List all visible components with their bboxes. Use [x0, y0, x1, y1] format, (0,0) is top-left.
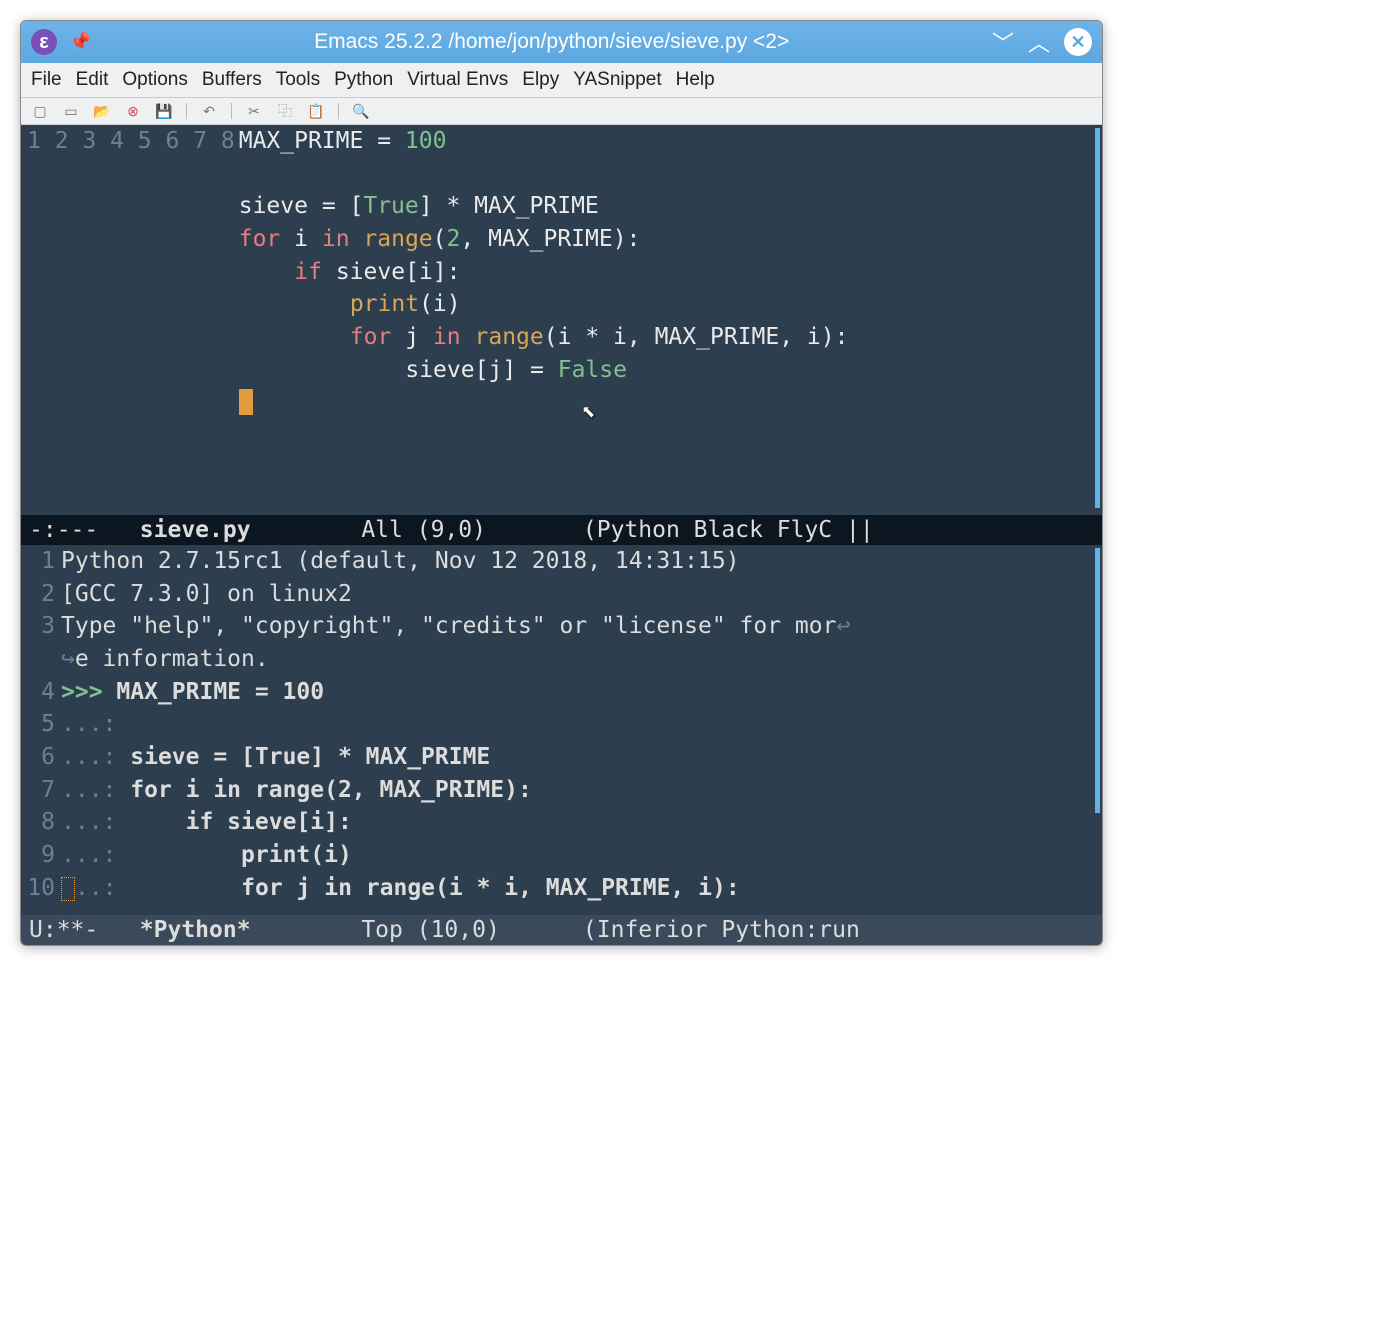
modeline-status: -:--- [29, 517, 140, 543]
separator [231, 103, 232, 119]
separator [338, 103, 339, 119]
titlebar[interactable]: ε 📌 Emacs 25.2.2 /home/jon/python/sieve/… [21, 21, 1102, 63]
repl-line: 10..: for j in range(i * i, MAX_PRIME, i… [21, 872, 1102, 905]
search-icon[interactable]: 🔍 [352, 102, 370, 120]
menu-elpy[interactable]: Elpy [522, 69, 559, 91]
menu-python[interactable]: Python [334, 69, 393, 91]
menu-options[interactable]: Options [122, 69, 187, 91]
new-file-icon[interactable]: ▢ [31, 102, 49, 120]
menu-virtual-envs[interactable]: Virtual Envs [407, 69, 508, 91]
mouse-cursor-icon: ⬉ [581, 395, 595, 429]
separator [186, 103, 187, 119]
copy-icon[interactable]: ⿻ [276, 102, 294, 120]
scrollbar[interactable] [1095, 548, 1100, 813]
repl-line: 4>>> MAX_PRIME = 100 [21, 676, 1102, 709]
modeline-buffer-name: *Python* [140, 917, 251, 943]
repl-line: 9...: print(i) [21, 839, 1102, 872]
code-content[interactable]: MAX_PRIME = 100 sieve = [True] * MAX_PRI… [239, 125, 1102, 484]
close-icon[interactable]: ✕ [1064, 28, 1092, 56]
menu-yasnippet[interactable]: YASnippet [573, 69, 661, 91]
modeline-position: All (9,0) [251, 517, 583, 543]
menu-edit[interactable]: Edit [76, 69, 109, 91]
menu-buffers[interactable]: Buffers [202, 69, 262, 91]
menubar: File Edit Options Buffers Tools Python V… [21, 63, 1102, 98]
repl-line: 6...: sieve = [True] * MAX_PRIME [21, 741, 1102, 774]
menu-file[interactable]: File [31, 69, 62, 91]
open-file-icon[interactable]: 📂 [93, 102, 111, 120]
maximize-icon[interactable]: ︿ [1028, 26, 1050, 58]
repl-line: ↪e information. [21, 643, 1102, 676]
emacs-window: ε 📌 Emacs 25.2.2 /home/jon/python/sieve/… [20, 20, 1103, 946]
modeline-source[interactable]: -:--- sieve.py All (9,0) (Python Black F… [21, 515, 1102, 545]
modeline-status: U:**- [29, 917, 140, 943]
paste-icon[interactable]: 📋 [307, 102, 325, 120]
minimize-icon[interactable]: ﹀ [992, 26, 1014, 58]
scrollbar[interactable] [1095, 128, 1100, 508]
pin-icon[interactable]: 📌 [69, 32, 91, 53]
modeline-repl[interactable]: U:**- *Python* Top (10,0) (Inferior Pyth… [21, 915, 1102, 945]
modeline-buffer-name: sieve.py [140, 517, 251, 543]
modeline-modes: (Inferior Python:run [583, 917, 874, 943]
toolbar: ▢ ▭ 📂 ⊗ 💾 ↶ ✂ ⿻ 📋 🔍 [21, 98, 1102, 125]
window-title: Emacs 25.2.2 /home/jon/python/sieve/siev… [111, 30, 992, 54]
editor-pane-repl[interactable]: 1Python 2.7.15rc1 (default, Nov 12 2018,… [21, 545, 1102, 915]
line-number-gutter: 1 2 3 4 5 6 7 8 [21, 125, 239, 484]
menu-tools[interactable]: Tools [276, 69, 320, 91]
save-icon[interactable]: 💾 [155, 102, 173, 120]
repl-line: 5...: [21, 708, 1102, 741]
app-icon: ε [31, 29, 57, 55]
repl-line: 3Type "help", "copyright", "credits" or … [21, 610, 1102, 643]
repl-line: 7...: for i in range(2, MAX_PRIME): [21, 774, 1102, 807]
modeline-modes: (Python Black FlyC || [583, 517, 874, 543]
modeline-position: Top (10,0) [251, 917, 583, 943]
repl-line: 1Python 2.7.15rc1 (default, Nov 12 2018,… [21, 545, 1102, 578]
undo-icon[interactable]: ↶ [200, 102, 218, 120]
close-file-icon[interactable]: ⊗ [124, 102, 142, 120]
cut-icon[interactable]: ✂ [245, 102, 263, 120]
editor-pane-source[interactable]: 1 2 3 4 5 6 7 8 MAX_PRIME = 100 sieve = … [21, 125, 1102, 515]
repl-line: 2[GCC 7.3.0] on linux2 [21, 578, 1102, 611]
repl-line: 8...: if sieve[i]: [21, 806, 1102, 839]
menu-help[interactable]: Help [676, 69, 715, 91]
open-dir-icon[interactable]: ▭ [62, 102, 80, 120]
